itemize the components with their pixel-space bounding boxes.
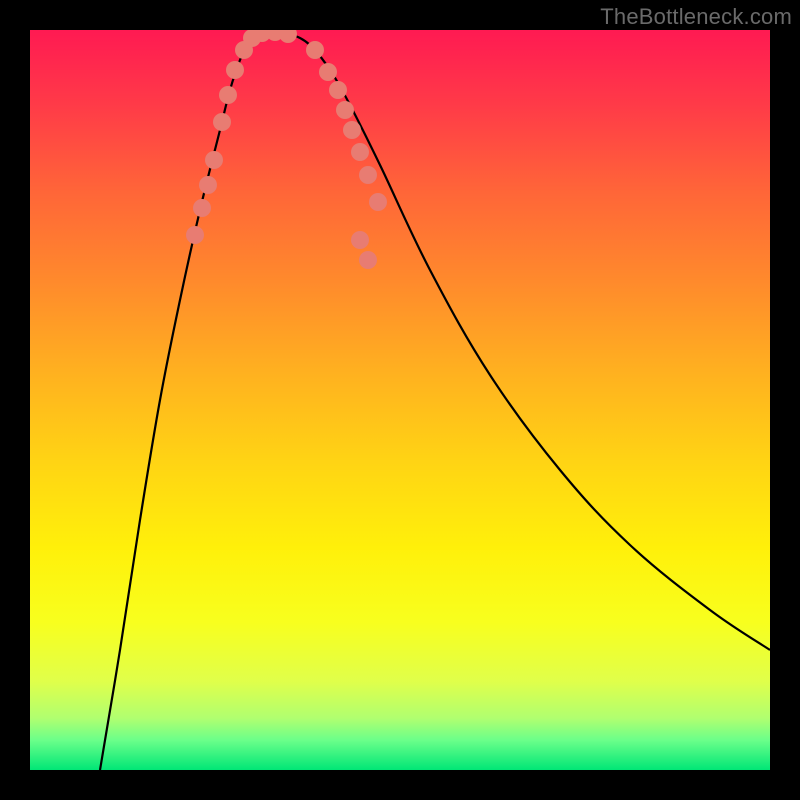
data-marker [306, 41, 324, 59]
watermark-text: TheBottleneck.com [600, 4, 792, 30]
data-marker [226, 61, 244, 79]
chart-frame: TheBottleneck.com [0, 0, 800, 800]
data-marker [205, 151, 223, 169]
data-marker [359, 251, 377, 269]
left-curve [100, 31, 270, 770]
data-marker [213, 113, 231, 131]
data-marker [279, 30, 297, 43]
data-marker [199, 176, 217, 194]
right-curve [270, 31, 770, 650]
curves-svg [30, 30, 770, 770]
data-marker [351, 143, 369, 161]
data-marker [343, 121, 361, 139]
data-marker [336, 101, 354, 119]
data-marker [329, 81, 347, 99]
plot-area [30, 30, 770, 770]
data-marker [193, 199, 211, 217]
data-marker [319, 63, 337, 81]
data-marker [359, 166, 377, 184]
data-marker [186, 226, 204, 244]
data-marker [219, 86, 237, 104]
data-marker [369, 193, 387, 211]
data-marker [351, 231, 369, 249]
